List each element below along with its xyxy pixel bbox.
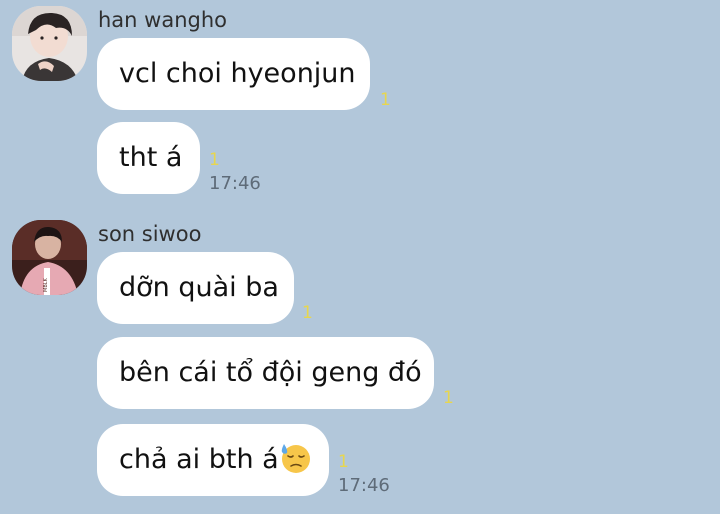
avatar-han-wangho[interactable] bbox=[12, 6, 87, 81]
bubble-tail bbox=[187, 54, 201, 72]
unread-count: 1 bbox=[302, 303, 313, 323]
unread-count: 1 bbox=[338, 452, 349, 472]
message-bubble[interactable]: chả ai bth á bbox=[97, 424, 329, 496]
unread-count: 1 bbox=[209, 150, 220, 170]
message-timestamp: 17:46 bbox=[338, 475, 390, 496]
message-bubble[interactable]: vcl choi hyeonjun bbox=[97, 38, 370, 110]
unread-count: 1 bbox=[443, 388, 454, 408]
user-avatar-photo-icon: MBLK bbox=[12, 220, 87, 295]
downcast-face-with-sweat-icon bbox=[281, 444, 310, 473]
bubble-tail bbox=[187, 268, 201, 286]
svg-text:MBLK: MBLK bbox=[43, 277, 49, 292]
message-bubble[interactable]: bên cái tổ đội geng đó bbox=[97, 337, 434, 409]
message-bubble[interactable]: tht á bbox=[97, 122, 200, 194]
message-text: bên cái tổ đội geng đó bbox=[119, 357, 422, 388]
message-text: chả ai bth á bbox=[119, 444, 279, 475]
avatar-son-siwoo[interactable]: MBLK bbox=[12, 220, 87, 295]
message-timestamp: 17:46 bbox=[209, 173, 261, 194]
sender-name: han wangho bbox=[98, 8, 228, 32]
message-text: vcl choi hyeonjun bbox=[119, 58, 356, 89]
unread-count: 1 bbox=[380, 90, 391, 110]
user-avatar-photo-icon bbox=[12, 6, 87, 81]
message-text: tht á bbox=[119, 142, 183, 173]
message-bubble[interactable]: dỡn quài ba bbox=[97, 252, 294, 324]
sender-name: son siwoo bbox=[98, 222, 202, 246]
